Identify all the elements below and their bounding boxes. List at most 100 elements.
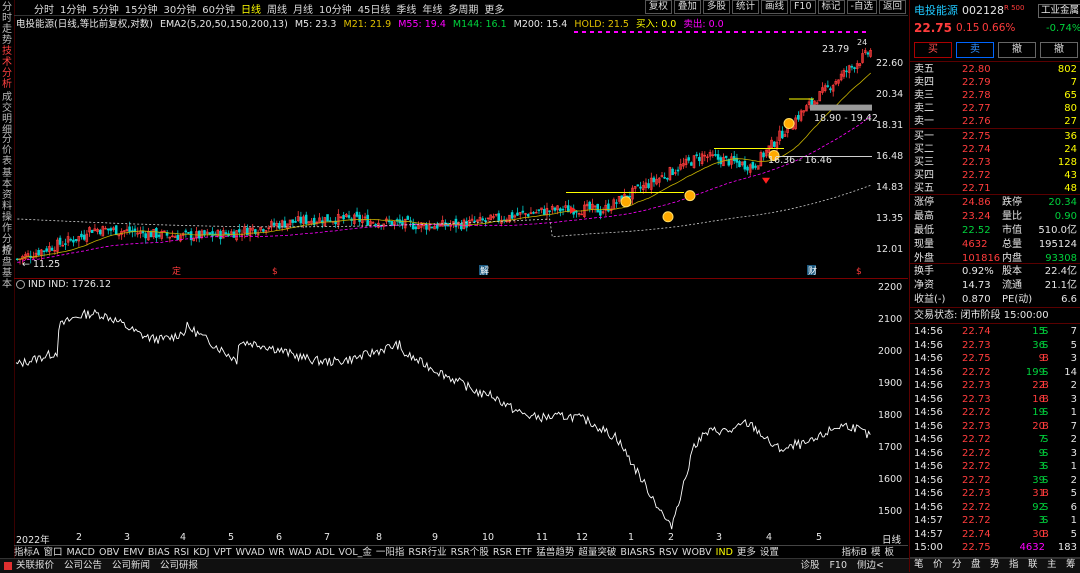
indicator-tab-5[interactable]: BIAS (148, 547, 170, 558)
tick-price: 22.73 (962, 488, 991, 499)
quote-tab-0[interactable]: 笔 (914, 558, 924, 572)
event-marker[interactable]: 财 (808, 265, 817, 277)
asks-row[interactable]: 卖一 22.76 27 (910, 115, 1080, 128)
tool-button-7[interactable]: -自选 (846, 0, 877, 14)
tool-button-2[interactable]: 多股 (702, 0, 730, 14)
event-marker[interactable]: $ (272, 267, 278, 277)
indicator-tab-21[interactable]: RSV (659, 547, 678, 558)
quote-panel: 电投能源 002128 R 500 工业金属 22.75 0.15 0.66% … (909, 0, 1080, 572)
quote-tab-3[interactable]: 盘 (971, 558, 981, 572)
tab-technical-analysis[interactable]: 技术分析 (1, 46, 13, 90)
cancel-all-button[interactable]: 撤 (1040, 42, 1078, 58)
indicator-right-1[interactable]: 模 (871, 547, 881, 558)
quote-tab-2[interactable]: 分 (952, 558, 962, 572)
indicator-tab-25[interactable]: 设置 (760, 547, 779, 558)
ind-settings-icon[interactable] (16, 280, 25, 289)
tab-price-table[interactable]: 分价表 (1, 134, 13, 167)
indicator-tab-16[interactable]: RSR个股 (451, 547, 489, 558)
indicator-tab-6[interactable]: RSI (174, 547, 189, 558)
quote-tab-1[interactable]: 价 (933, 558, 943, 572)
status-right-1[interactable]: F10 (829, 560, 847, 571)
indicator-tab-19[interactable]: 超量突破 (578, 547, 616, 558)
indicator-tab-3[interactable]: OBV (99, 547, 119, 558)
tab-fenshi[interactable]: 分时走势 (1, 2, 13, 46)
asks-row[interactable]: 卖二 22.77 80 (910, 102, 1080, 115)
indicator-tab-2[interactable]: MACD (67, 547, 95, 558)
quote-tab-5[interactable]: 指 (1009, 558, 1019, 572)
status-link-3[interactable]: 公司研报 (160, 560, 198, 571)
indicator-right-2[interactable]: 板 (884, 547, 894, 558)
bids-row[interactable]: 买一 22.75 36 (910, 130, 1080, 143)
indicator-right-0[interactable]: 指标B (841, 547, 867, 558)
asks-row[interactable]: 卖五 22.80 802 (910, 63, 1080, 76)
tool-button-6[interactable]: 标记 (817, 0, 845, 14)
indicator-tab-7[interactable]: KDJ (193, 547, 209, 558)
period-6[interactable]: 日线 (241, 5, 261, 16)
bids-row[interactable]: 买三 22.73 128 (910, 156, 1080, 169)
indicator-tab-13[interactable]: VOL_金 (339, 547, 372, 558)
asks-row[interactable]: 卖三 22.78 65 (910, 89, 1080, 102)
tool-button-1[interactable]: 叠加 (673, 0, 701, 14)
kline-chart[interactable]: 23.79 24 ← 11.25 18.90 - 19.42 16.36 - 16.46… (14, 28, 908, 278)
status-link-0[interactable]: 关联报价 (16, 560, 54, 571)
quote-tab-6[interactable]: 联 (1028, 558, 1038, 572)
status-link-2[interactable]: 公司新闻 (112, 560, 150, 571)
indicator-tab-24[interactable]: 更多 (737, 547, 756, 558)
event-marker[interactable]: 定 (172, 265, 181, 277)
indicator-tab-20[interactable]: BIASRS (620, 547, 654, 558)
sell-button[interactable]: 卖 (956, 42, 994, 58)
tab-basic-info[interactable]: 基本资料 (1, 168, 13, 212)
indicator-tab-4[interactable]: EMV (123, 547, 144, 558)
bids-row[interactable]: 买四 22.72 43 (910, 169, 1080, 182)
status-link-1[interactable]: 公司公告 (64, 560, 102, 571)
indicator-tab-14[interactable]: 一阳指 (376, 547, 405, 558)
period-7[interactable]: 周线 (267, 5, 287, 16)
indicator-tab-11[interactable]: WAD (289, 547, 312, 558)
tool-button-3[interactable]: 统计 (731, 0, 759, 14)
period-8[interactable]: 月线 (293, 5, 313, 16)
tab-control-basic[interactable]: 控盘基本 (1, 246, 13, 290)
indicator-tab-8[interactable]: VPT (214, 547, 232, 558)
indicator-tab-0[interactable]: 指标A (14, 547, 40, 558)
tool-button-8[interactable]: 返回 (878, 0, 906, 14)
tab-trade-details[interactable]: 成交明细 (1, 92, 13, 136)
status-right-2[interactable]: 侧边< (857, 560, 884, 571)
indicator-tab-23[interactable]: IND (716, 547, 733, 558)
indicator-tab-10[interactable]: WR (269, 547, 285, 558)
indicator-tab-1[interactable]: 窗口 (44, 547, 63, 558)
period-12[interactable]: 年线 (422, 5, 442, 16)
status-right-0[interactable]: 诊股 (800, 560, 819, 571)
tool-button-0[interactable]: 复权 (644, 0, 672, 14)
period-5[interactable]: 60分钟 (202, 5, 235, 16)
indicator-tab-12[interactable]: ADL (315, 547, 334, 558)
indicator-tab-22[interactable]: WOBV (682, 547, 712, 558)
book-price: 22.73 (962, 157, 991, 168)
tool-button-4[interactable]: 画线 (760, 0, 788, 14)
cancel-order-button[interactable]: 撤 (998, 42, 1036, 58)
period-3[interactable]: 15分钟 (125, 5, 158, 16)
buy-button[interactable]: 买 (914, 42, 952, 58)
indicator-tab-18[interactable]: 猛兽趋势 (536, 547, 574, 558)
period-4[interactable]: 30分钟 (163, 5, 196, 16)
quote-tab-4[interactable]: 势 (990, 558, 1000, 572)
event-marker[interactable]: $ (856, 267, 862, 277)
bids-row[interactable]: 买二 22.74 24 (910, 143, 1080, 156)
ind-chart[interactable] (14, 290, 908, 530)
quote-tab-8[interactable]: 筹 (1066, 558, 1076, 572)
period-0[interactable]: 分时 (34, 5, 54, 16)
period-1[interactable]: 1分钟 (60, 5, 86, 16)
quote-tab-7[interactable]: 主 (1047, 558, 1057, 572)
period-2[interactable]: 5分钟 (92, 5, 118, 16)
indicator-tab-9[interactable]: WVAD (236, 547, 265, 558)
period-14[interactable]: 更多 (484, 5, 504, 16)
period-10[interactable]: 45日线 (358, 5, 391, 16)
period-13[interactable]: 多周期 (448, 5, 478, 16)
industry-button[interactable]: 工业金属 (1038, 4, 1080, 18)
indicator-tab-17[interactable]: RSR ETF (493, 547, 533, 558)
event-marker[interactable]: 解 (480, 265, 489, 277)
period-11[interactable]: 季线 (396, 5, 416, 16)
tool-button-5[interactable]: F10 (789, 0, 816, 14)
asks-row[interactable]: 卖四 22.79 7 (910, 76, 1080, 89)
period-9[interactable]: 10分钟 (319, 5, 352, 16)
indicator-tab-15[interactable]: RSR行业 (408, 547, 446, 558)
